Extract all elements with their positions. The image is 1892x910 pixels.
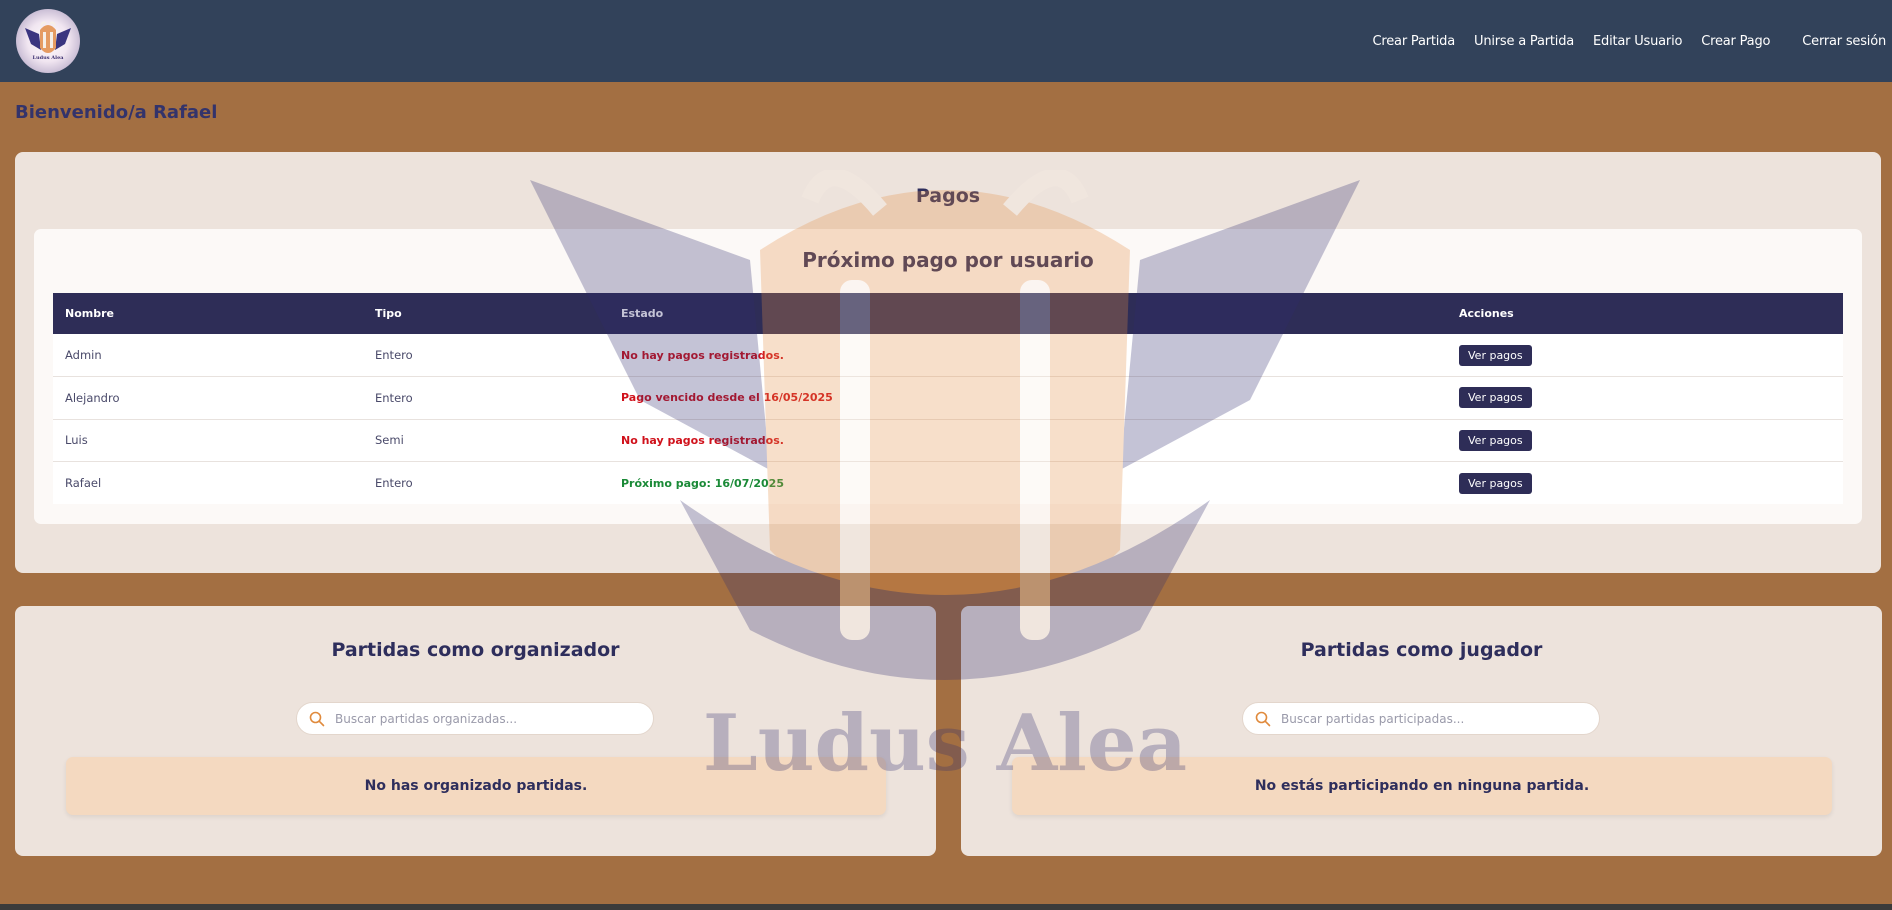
- jugador-empty-message: No estás participando en ninguna partida…: [1012, 757, 1832, 815]
- search-icon: [1255, 711, 1271, 726]
- cell-nombre: Rafael: [65, 476, 102, 490]
- organizador-card: Partidas como organizador No has organiz…: [15, 606, 936, 856]
- cell-tipo: Entero: [375, 476, 413, 490]
- cell-acciones: Ver pagos: [1447, 334, 1843, 377]
- pagos-card: Pagos Próximo pago por usuario Nombre Ti…: [15, 152, 1881, 573]
- proximo-pago-panel: Próximo pago por usuario Nombre Tipo Est…: [34, 229, 1862, 524]
- cell-estado: No hay pagos registrados.: [621, 433, 784, 447]
- table-header-row: Nombre Tipo Estado Acciones: [53, 293, 1843, 334]
- search-participadas-input[interactable]: [1281, 711, 1581, 726]
- nav-unirse-partida[interactable]: Unirse a Partida: [1474, 34, 1574, 49]
- search-participadas: [1242, 702, 1600, 735]
- table-row: Luis Semi No hay pagos registrados. Ver …: [53, 419, 1843, 462]
- search-organizadas: [296, 702, 654, 735]
- ver-pagos-button[interactable]: Ver pagos: [1459, 472, 1532, 494]
- cell-acciones: Ver pagos: [1447, 419, 1843, 462]
- table-row: Alejandro Entero Pago vencido desde el 1…: [53, 376, 1843, 420]
- ver-pagos-button[interactable]: Ver pagos: [1459, 387, 1532, 409]
- ver-pagos-button[interactable]: Ver pagos: [1459, 429, 1532, 451]
- cell-nombre: Admin: [65, 348, 102, 362]
- nav-crear-pago[interactable]: Crear Pago: [1701, 34, 1770, 49]
- ludus-alea-logo[interactable]: Ludus Alea: [16, 9, 80, 73]
- proximo-pago-title: Próximo pago por usuario: [802, 248, 1094, 272]
- welcome-heading: Bienvenido/a Rafael: [15, 102, 218, 123]
- column-header-estado: Estado: [621, 307, 664, 320]
- nav-editar-usuario[interactable]: Editar Usuario: [1593, 34, 1682, 49]
- cell-tipo: Semi: [375, 433, 404, 448]
- search-organizadas-input[interactable]: [335, 711, 635, 726]
- ver-pagos-button[interactable]: Ver pagos: [1459, 344, 1532, 366]
- search-icon: [309, 711, 325, 726]
- logo-text: Ludus Alea: [32, 55, 64, 61]
- cell-estado: Próximo pago: 16/07/2025: [621, 476, 784, 490]
- pagos-table: Nombre Tipo Estado Acciones Admin Entero…: [53, 293, 1843, 504]
- cell-nombre: Alejandro: [65, 390, 120, 405]
- column-header-acciones: Acciones: [1459, 307, 1514, 320]
- jugador-card: Partidas como jugador No estás participa…: [961, 606, 1882, 856]
- organizador-empty-message: No has organizado partidas.: [66, 757, 886, 815]
- nav-crear-partida[interactable]: Crear Partida: [1373, 34, 1456, 49]
- cell-nombre: Luis: [65, 433, 88, 448]
- cell-estado: Pago vencido desde el 16/05/2025: [621, 391, 833, 405]
- table-row: Rafael Entero Próximo pago: 16/07/2025 V…: [53, 461, 1843, 505]
- cell-acciones: Ver pagos: [1447, 377, 1843, 420]
- cell-tipo: Entero: [375, 390, 413, 405]
- top-navbar: Ludus Alea Crear Partida Unirse a Partid…: [0, 0, 1892, 82]
- pagos-title: Pagos: [915, 185, 981, 207]
- cell-estado: No hay pagos registrados.: [621, 348, 784, 362]
- nav-cerrar-sesion[interactable]: Cerrar sesión: [1802, 34, 1886, 49]
- cell-acciones: Ver pagos: [1447, 462, 1843, 505]
- jugador-title: Partidas como jugador: [1300, 639, 1543, 661]
- column-header-nombre: Nombre: [65, 307, 114, 320]
- footer-strip: [0, 904, 1892, 910]
- cell-tipo: Entero: [375, 348, 413, 362]
- column-header-tipo: Tipo: [375, 307, 402, 320]
- organizador-title: Partidas como organizador: [331, 639, 620, 661]
- main-nav: Crear Partida Unirse a Partida Editar Us…: [1354, 0, 1887, 82]
- table-row: Admin Entero No hay pagos registrados. V…: [53, 334, 1843, 377]
